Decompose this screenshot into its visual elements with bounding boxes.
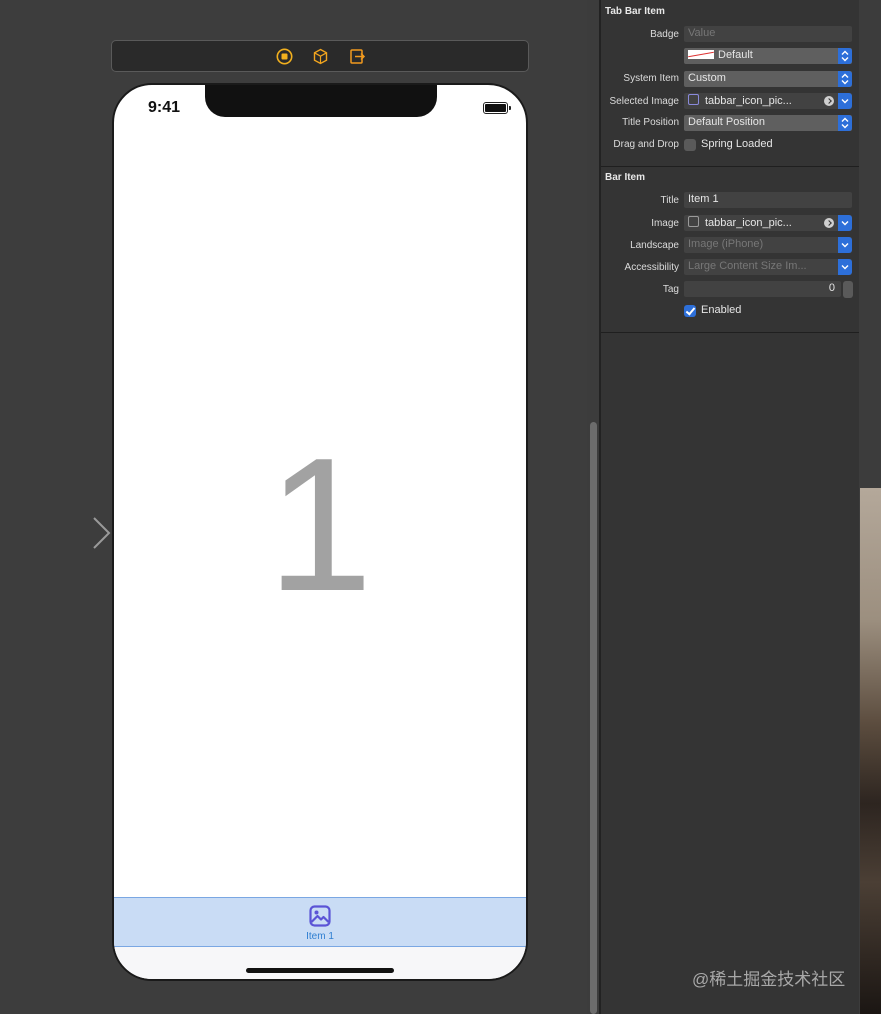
selected-image-label: Selected Image xyxy=(609,96,680,107)
image-asset-icon xyxy=(688,94,699,105)
updown-chevron-icon xyxy=(838,115,852,131)
battery-icon xyxy=(483,102,511,114)
tab-bar-item-section-title: Tab Bar Item xyxy=(605,6,665,17)
image-label: Image xyxy=(651,218,679,229)
attributes-inspector: Tab Bar Item Badge Value Default System … xyxy=(601,0,859,1014)
tag-stepper[interactable] xyxy=(843,281,853,298)
drag-and-drop-label: Drag and Drop xyxy=(613,139,679,150)
system-item-label: System Item xyxy=(623,73,679,84)
system-item-value: Custom xyxy=(688,72,726,84)
background-photo xyxy=(860,488,881,1014)
watermark-text: @稀土掘金技术社区 xyxy=(692,970,846,989)
bar-item-section-title: Bar Item xyxy=(605,172,646,183)
chevron-down-icon[interactable] xyxy=(838,237,852,253)
enabled-label[interactable]: Enabled xyxy=(701,304,741,316)
big-number-label[interactable]: 1 xyxy=(114,430,526,620)
title-label: Title xyxy=(660,195,679,206)
iphone-scene[interactable]: 9:41 1 Item 1 xyxy=(112,83,528,981)
home-indicator xyxy=(246,968,394,973)
view-controller-icon[interactable] xyxy=(276,48,293,65)
tab-bar-item-1[interactable]: Item 1 xyxy=(290,904,350,946)
badge-input[interactable]: Value xyxy=(684,26,852,42)
landscape-image-combo[interactable]: Image (iPhone) xyxy=(684,237,852,253)
chevron-down-icon[interactable] xyxy=(838,93,852,109)
status-bar-time: 9:41 xyxy=(148,99,181,116)
color-swatch xyxy=(688,50,714,59)
device-notch xyxy=(205,85,437,117)
chevron-down-icon[interactable] xyxy=(838,259,852,275)
enabled-checkbox[interactable] xyxy=(684,305,696,317)
section-separator xyxy=(601,332,859,333)
accessibility-image-combo[interactable]: Large Content Size Im... xyxy=(684,259,852,275)
badge-color-value: Default xyxy=(718,49,753,61)
badge-color-popup[interactable]: Default xyxy=(684,48,852,64)
picture-icon xyxy=(309,905,331,927)
accessibility-placeholder: Large Content Size Im... xyxy=(688,260,807,272)
selected-image-combo[interactable]: tabbar_icon_pic... xyxy=(684,93,852,109)
tab-bar[interactable]: Item 1 xyxy=(114,897,526,947)
title-position-label: Title Position xyxy=(622,117,679,128)
title-position-popup[interactable]: Default Position xyxy=(684,115,852,131)
tab-item-label: Item 1 xyxy=(306,931,334,942)
first-responder-icon[interactable] xyxy=(312,48,329,65)
exit-icon[interactable] xyxy=(349,48,366,65)
image-asset-icon xyxy=(688,216,699,227)
landscape-placeholder: Image (iPhone) xyxy=(688,238,764,250)
scene-dock xyxy=(111,40,529,72)
title-position-value: Default Position xyxy=(688,116,766,128)
spring-loaded-checkbox[interactable] xyxy=(684,139,696,151)
updown-chevron-icon xyxy=(838,48,852,64)
image-combo[interactable]: tabbar_icon_pic... xyxy=(684,215,852,231)
tag-label: Tag xyxy=(662,284,679,295)
badge-label: Badge xyxy=(650,29,679,40)
spring-loaded-label[interactable]: Spring Loaded xyxy=(701,138,773,150)
section-separator xyxy=(601,166,859,167)
go-arrow-icon[interactable] xyxy=(824,218,834,228)
landscape-label: Landscape xyxy=(630,240,679,251)
image-value: tabbar_icon_pic... xyxy=(705,217,792,229)
updown-chevron-icon xyxy=(838,71,852,87)
home-area xyxy=(114,947,526,979)
canvas-vertical-scrollbar[interactable] xyxy=(590,422,597,1014)
go-arrow-icon[interactable] xyxy=(824,96,834,106)
storyboard-canvas[interactable]: 9:41 1 Item 1 xyxy=(0,0,587,1014)
system-item-popup[interactable]: Custom xyxy=(684,71,852,87)
title-input[interactable]: Item 1 xyxy=(684,192,852,208)
entry-point-arrow-icon[interactable] xyxy=(14,516,112,550)
accessibility-label: Accessibility xyxy=(624,262,679,273)
tag-input[interactable]: 0 xyxy=(684,281,841,297)
chevron-down-icon[interactable] xyxy=(838,215,852,231)
selected-image-value: tabbar_icon_pic... xyxy=(705,95,792,107)
